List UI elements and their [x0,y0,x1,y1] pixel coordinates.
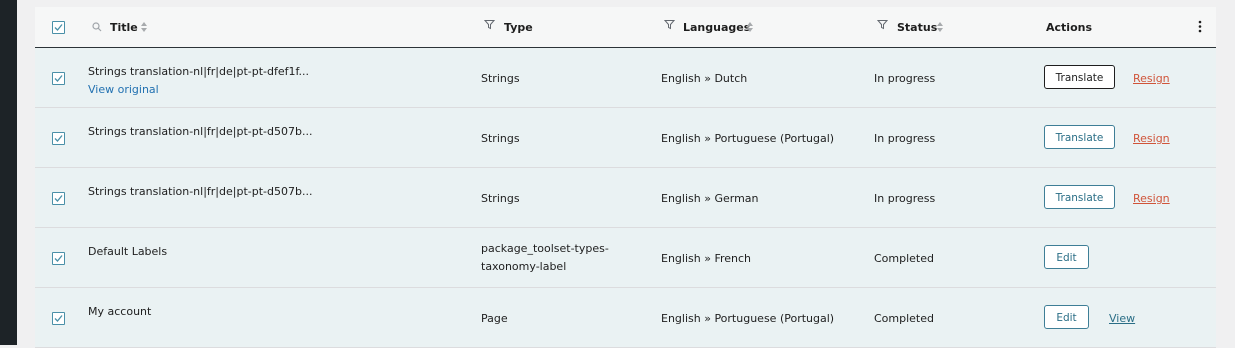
row-status: In progress [874,192,936,205]
sort-icon[interactable] [936,21,944,33]
row-checkbox[interactable] [52,252,65,265]
search-icon[interactable] [92,22,102,32]
filter-icon[interactable] [664,19,675,30]
table-row: Default Labels package_toolset-types- ta… [35,228,1216,288]
column-languages-header[interactable]: Languages [683,21,750,34]
row-title[interactable]: Strings translation-nl|fr|de|pt-pt-dfef1… [88,65,309,78]
sort-icon[interactable] [140,21,148,33]
filter-icon[interactable] [484,19,495,30]
view-link[interactable]: View [1109,312,1135,325]
table-row: Strings translation-nl|fr|de|pt-pt-d507b… [35,108,1216,168]
table-row: Strings translation-nl|fr|de|pt-pt-d507b… [35,168,1216,228]
edit-button[interactable]: Edit [1044,245,1089,269]
row-languages: English » German [661,192,759,205]
resign-link[interactable]: Resign [1133,72,1170,85]
table-row: Strings translation-nl|fr|de|pt-pt-dfef1… [35,48,1216,108]
row-type-line-1: package_toolset-types- [481,242,609,255]
row-status: Completed [874,312,934,325]
resign-link[interactable]: Resign [1133,192,1170,205]
filter-icon[interactable] [877,19,888,30]
select-all-checkbox[interactable] [52,21,65,34]
row-status: In progress [874,132,936,145]
jobs-table: Title Type Languages Status Actions Stri… [35,7,1216,348]
row-title[interactable]: Default Labels [88,245,167,258]
row-title[interactable]: Strings translation-nl|fr|de|pt-pt-d507b… [88,185,312,198]
row-type: Strings [481,72,520,85]
row-checkbox[interactable] [52,192,65,205]
translate-button[interactable]: Translate [1044,185,1115,209]
row-languages: English » Dutch [661,72,748,85]
edit-button[interactable]: Edit [1044,305,1089,329]
row-title[interactable]: Strings translation-nl|fr|de|pt-pt-d507b… [88,125,312,138]
admin-sidebar-edge [0,0,17,345]
row-status: In progress [874,72,936,85]
row-type: Strings [481,132,520,145]
kebab-icon[interactable] [1198,20,1202,33]
row-type-line-2: taxonomy-label [481,260,567,273]
row-checkbox[interactable] [52,132,65,145]
row-languages: English » Portuguese (Portugal) [661,132,835,145]
checkmark-icon [54,255,63,262]
column-type-header[interactable]: Type [504,21,533,34]
column-actions-header: Actions [1046,21,1092,34]
row-title[interactable]: My account [88,305,151,318]
translate-button[interactable]: Translate [1044,65,1115,89]
view-original-link[interactable]: View original [88,83,159,96]
table-header: Title Type Languages Status Actions [35,7,1216,48]
row-type: Strings [481,192,520,205]
checkmark-icon [54,135,63,142]
row-type: Page [481,312,508,325]
row-checkbox[interactable] [52,72,65,85]
resign-link[interactable]: Resign [1133,132,1170,145]
row-languages: English » French [661,252,752,265]
row-checkbox[interactable] [52,312,65,325]
column-title-header[interactable]: Title [110,21,138,34]
checkmark-icon [54,75,63,82]
checkmark-icon [54,315,63,322]
sort-icon[interactable] [746,21,754,33]
table-row: My account Page English » Portuguese (Po… [35,288,1216,348]
row-status: Completed [874,252,934,265]
translate-button[interactable]: Translate [1044,125,1115,149]
checkmark-icon [54,24,63,31]
checkmark-icon [54,195,63,202]
column-status-header[interactable]: Status [897,21,937,34]
row-languages: English » Portuguese (Portugal) [661,312,835,325]
